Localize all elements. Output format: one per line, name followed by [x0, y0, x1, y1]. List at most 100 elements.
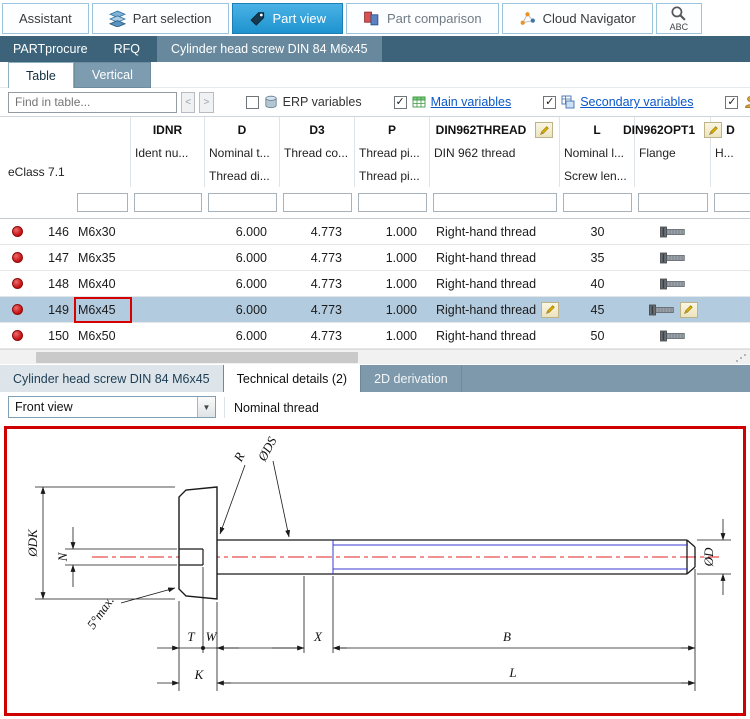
tab-2d-derivation[interactable]: 2D derivation — [361, 365, 462, 392]
dim-label-b: B — [503, 629, 511, 644]
find-previous-button[interactable]: < — [181, 92, 195, 113]
tab-technical-details[interactable]: Technical details (2) — [224, 365, 361, 392]
row-name[interactable]: M6x45 — [74, 297, 131, 322]
filter-l-input[interactable] — [563, 193, 632, 212]
row-number: 148 — [36, 271, 74, 296]
screw-icon — [660, 252, 686, 264]
header-col-din962thread[interactable]: DIN962THREAD DIN 962 thread — [430, 117, 560, 187]
row-status-cell — [0, 271, 36, 296]
row-status-cell — [0, 323, 36, 348]
secondary-variables-label[interactable]: Secondary variables — [580, 95, 693, 109]
find-in-table-input[interactable] — [8, 92, 177, 113]
menu-partprocure[interactable]: PARTprocure — [0, 36, 101, 62]
table-row-150[interactable]: 150 M6x50 6.000 4.773 1.000 Right-hand t… — [0, 323, 750, 349]
cell-d: 6.000 — [205, 297, 280, 322]
row-name[interactable]: M6x50 — [74, 323, 131, 348]
secondary-variables-icon — [561, 95, 575, 109]
view-controls: Front view ▼ Nominal thread — [0, 392, 750, 424]
main-variables-icon — [412, 95, 426, 109]
table-row-149-selected[interactable]: 149 M6x45 6.000 4.773 1.000 Right-hand t… — [0, 297, 750, 323]
header-col-din962opt1[interactable]: DIN962OPT1 Flange — [635, 117, 711, 187]
tab-part-comparison[interactable]: Part comparison — [346, 3, 499, 34]
screw-head-outline — [179, 487, 217, 599]
tab-assistant[interactable]: Assistant — [2, 3, 89, 34]
horizontal-scrollbar[interactable] — [0, 349, 750, 364]
cell-d: 6.000 — [205, 323, 280, 348]
cell-length: 45 — [560, 297, 635, 322]
menu-partprocure-label: PARTprocure — [13, 42, 88, 56]
cell-length: 40 — [560, 271, 635, 296]
header-col-idnr[interactable]: IDNR Ident nu... — [131, 117, 205, 187]
dimension-labels: ØDK N R ØDS 5°max. T W X B K L ØD — [25, 434, 716, 682]
col-subtitle: H... — [711, 143, 750, 166]
row-name[interactable]: M6x35 — [74, 245, 131, 270]
dim-label-x: X — [313, 629, 323, 644]
edit-column-button[interactable] — [535, 122, 553, 138]
row-name[interactable]: M6x40 — [74, 271, 131, 296]
eclass-label: eClass 7.1 — [8, 165, 65, 179]
header-col-dk[interactable]: D H... — [711, 117, 750, 187]
col-title: IDNR — [153, 123, 182, 137]
topo-variables-checkbox[interactable]: ✓ — [725, 96, 738, 109]
cell-flange — [635, 245, 711, 270]
filter-d3-input[interactable] — [283, 193, 352, 212]
row-status-cell — [0, 245, 36, 270]
header-col-d3[interactable]: D3 Thread co... — [280, 117, 355, 187]
header-col-d[interactable]: D Nominal t... Thread di... — [205, 117, 280, 187]
edit-value-button[interactable] — [680, 302, 698, 318]
menu-rfq[interactable]: RFQ — [101, 36, 153, 62]
cell-thread: Right-hand thread — [430, 219, 560, 244]
pencil-icon — [539, 125, 550, 136]
screw-technical-drawing: ØDK N R ØDS 5°max. T W X B K L ØD — [7, 429, 743, 713]
dimension-dot — [201, 646, 205, 650]
edit-value-button[interactable] — [541, 302, 559, 318]
cell-thread: Right-hand thread — [430, 271, 560, 296]
col-subtitle2: Thread di... — [205, 166, 279, 189]
table-toolbar: < > ERP variables ✓ Main variables ✓ — [0, 88, 750, 116]
chevron-down-icon[interactable]: ▼ — [197, 397, 215, 417]
find-next-button[interactable]: > — [199, 92, 213, 113]
erp-variables-checkbox[interactable] — [246, 96, 259, 109]
filter-p-input[interactable] — [358, 193, 427, 212]
tab-table[interactable]: Table — [8, 62, 74, 88]
cell-length: 30 — [560, 219, 635, 244]
cell-p: 1.000 — [355, 219, 430, 244]
filter-dk-input[interactable] — [714, 193, 750, 212]
tab-vertical[interactable]: Vertical — [74, 62, 151, 88]
tab-part-selection[interactable]: Part selection — [92, 3, 229, 34]
cell-d3: 4.773 — [280, 219, 355, 244]
tab-vertical-label: Vertical — [92, 68, 133, 82]
search-icon — [670, 5, 687, 22]
filter-idnr-input[interactable] — [134, 193, 202, 212]
table-rows: 146 M6x30 6.000 4.773 1.000 Right-hand t… — [0, 219, 750, 349]
table-header: IDNR Ident nu... D Nominal t... Thread d… — [0, 117, 750, 187]
part-view-icon — [249, 10, 266, 27]
tab-document[interactable]: Cylinder head screw DIN 84 M6x45 — [0, 365, 224, 392]
tab-search[interactable]: ABC — [656, 3, 702, 34]
filter-d-input[interactable] — [208, 193, 277, 212]
row-name[interactable]: M6x30 — [74, 219, 131, 244]
filter-name-input[interactable] — [77, 193, 128, 212]
document-tab-active[interactable]: Cylinder head screw DIN 84 M6x45 — [157, 36, 382, 62]
scrollbar-thumb[interactable] — [36, 352, 358, 363]
view-select[interactable]: Front view ▼ — [8, 396, 216, 418]
pencil-icon — [683, 304, 694, 315]
table-row-146[interactable]: 146 M6x30 6.000 4.773 1.000 Right-hand t… — [0, 219, 750, 245]
tab-cloud-navigator[interactable]: Cloud Navigator — [502, 3, 653, 34]
col-subtitle2 — [711, 166, 750, 189]
header-col-p[interactable]: P Thread pi... Thread pi... — [355, 117, 430, 187]
table-row-148[interactable]: 148 M6x40 6.000 4.773 1.000 Right-hand t… — [0, 271, 750, 297]
dim-label-k: K — [194, 667, 205, 682]
filter-opt1-input[interactable] — [638, 193, 708, 212]
main-variables-label[interactable]: Main variables — [431, 95, 512, 109]
row-status-cell — [0, 219, 36, 244]
table-row-147[interactable]: 147 M6x35 6.000 4.773 1.000 Right-hand t… — [0, 245, 750, 271]
main-variables-checkbox[interactable]: ✓ — [394, 96, 407, 109]
topo-icon — [743, 95, 750, 109]
filter-thread-input[interactable] — [433, 193, 557, 212]
filter-row — [0, 187, 750, 219]
tab-2d-derivation-label: 2D derivation — [374, 372, 448, 386]
secondary-variables-checkbox[interactable]: ✓ — [543, 96, 556, 109]
col-title: D3 — [309, 123, 324, 137]
tab-part-view[interactable]: Part view — [232, 3, 343, 34]
